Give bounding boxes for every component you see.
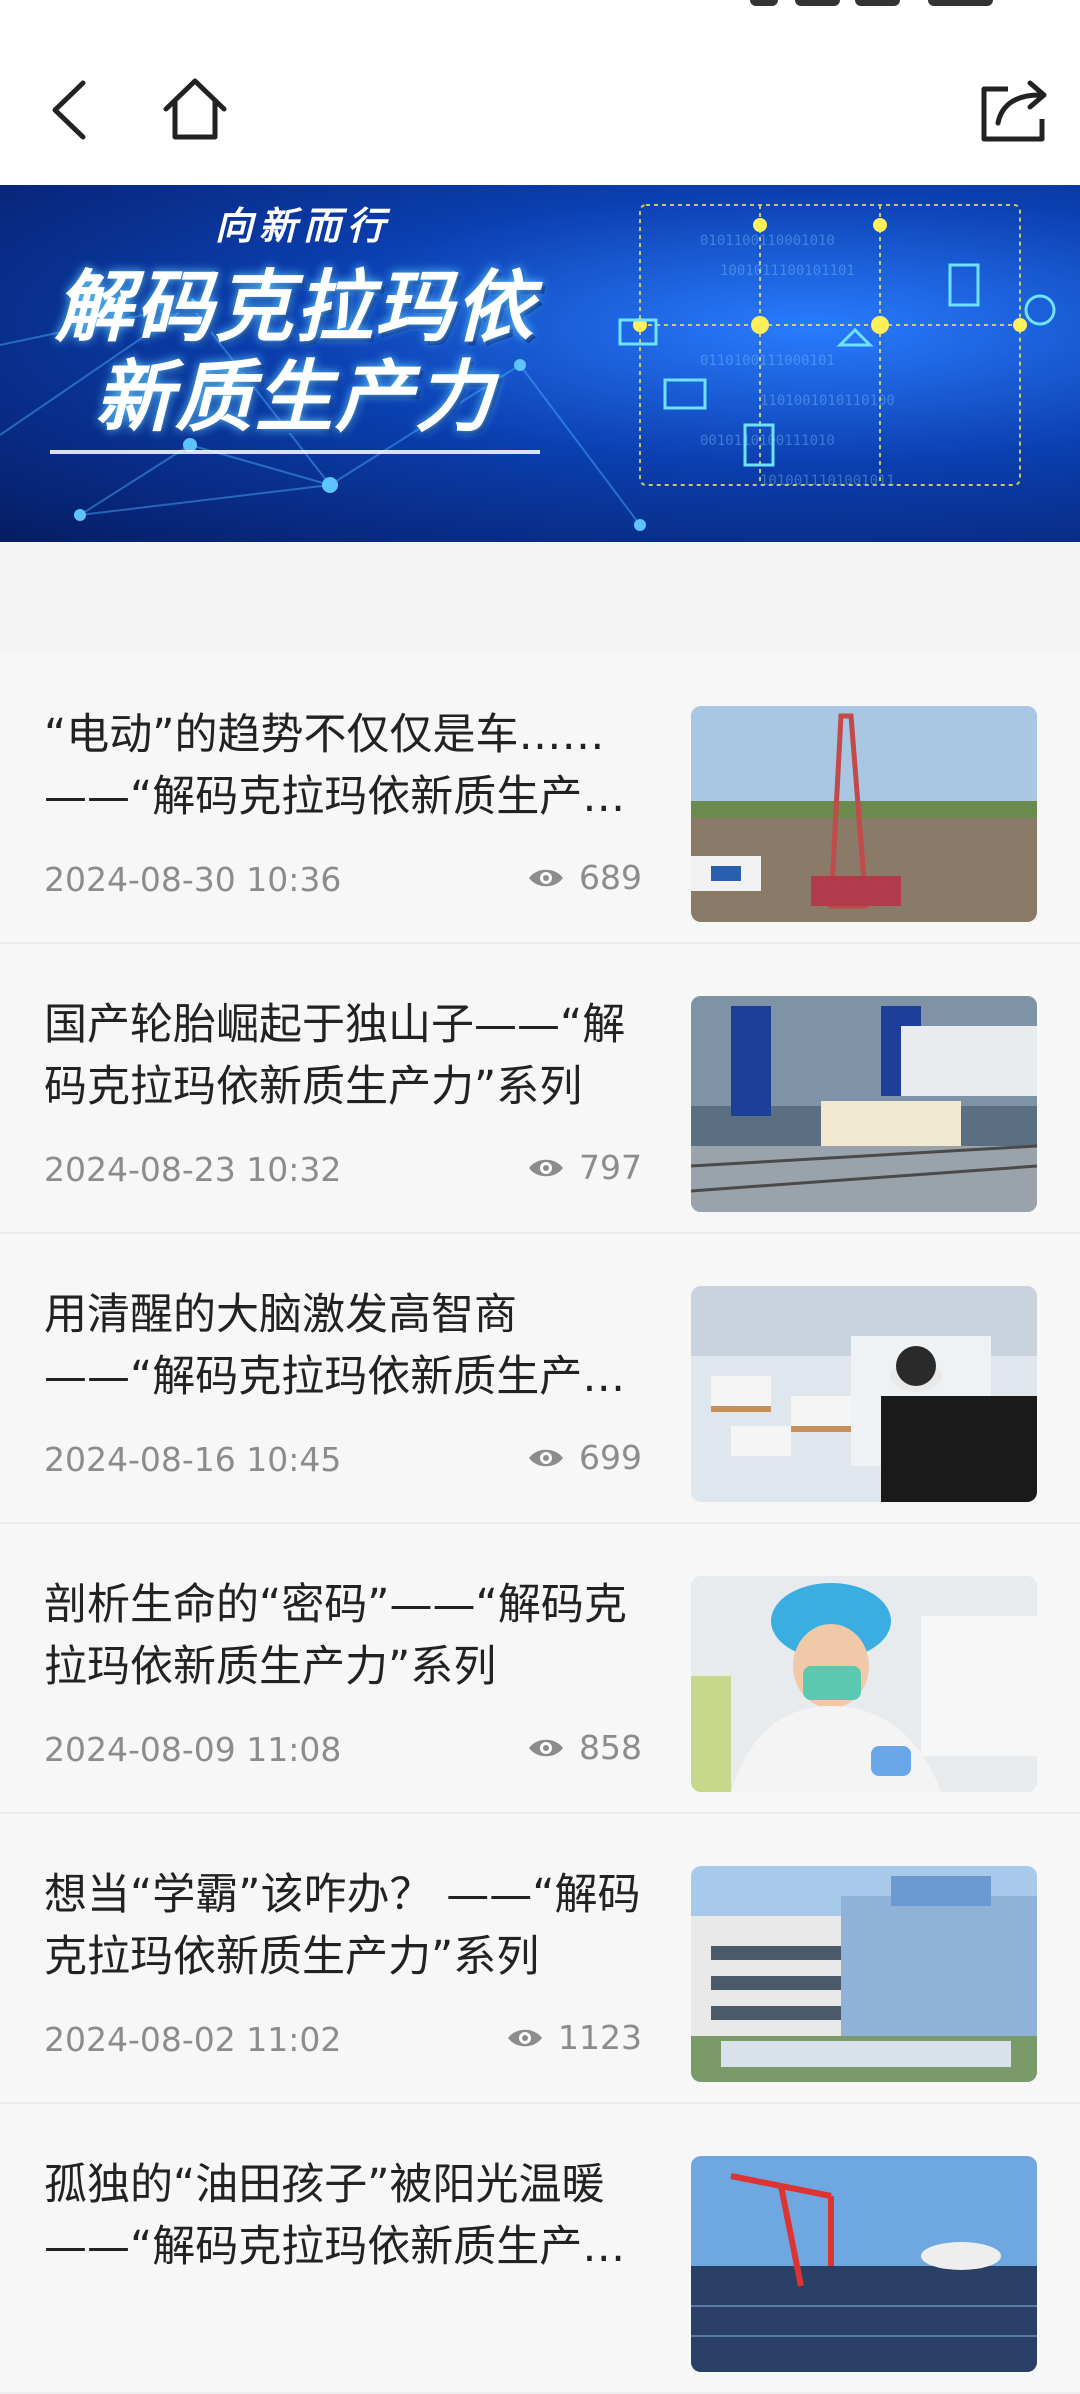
eye-icon (529, 1159, 563, 1176)
article-title: 剖析生命的“密码”——“解码克拉玛依新质生产力”系列 (44, 1580, 627, 1692)
view-count: 797 (527, 1148, 642, 1187)
article-date: 2024-08-09 11:08 (44, 1730, 342, 1769)
article-item[interactable]: 剖析生命的“密码”——“解码克拉玛依新质生产力”系列 2024-08-09 11… (0, 1522, 1080, 1814)
article-item[interactable]: 国产轮胎崛起于独山子——“解码克拉玛依新质生产力”系列 2024-08-23 1… (0, 942, 1080, 1234)
article-date: 2024-08-02 11:02 (44, 2020, 342, 2059)
eye-icon (508, 2029, 543, 2046)
article-item[interactable]: 孤独的“油田孩子”被阳光温暖——“解码克拉玛依新质生产力”系列 (0, 2102, 1080, 2394)
svg-text:1101001010110100: 1101001010110100 (760, 393, 895, 409)
article-date: 2024-08-16 10:45 (44, 1440, 342, 1479)
banner-underline (50, 450, 540, 454)
article-title: 想当“学霸”该咋办？ ——“解码克拉玛依新质生产力”系列 (44, 1870, 641, 1982)
article-thumbnail (691, 2156, 1037, 2372)
view-count: 1123 (506, 2018, 642, 2057)
view-count-value: 699 (579, 1438, 642, 1477)
share-icon (981, 80, 1046, 142)
banner-kicker: 向新而行 (215, 204, 392, 248)
article-date: 2024-08-23 10:32 (44, 1150, 342, 1189)
eye-icon (529, 869, 563, 886)
home-button[interactable] (155, 70, 235, 150)
article-title: 国产轮胎崛起于独山子——“解码克拉玛依新质生产力”系列 (44, 1000, 626, 1112)
svg-text:0101100110001010: 0101100110001010 (700, 233, 835, 249)
computing-center-photo (691, 1866, 1037, 2082)
top-nav-bar (0, 40, 1080, 185)
eye-icon (529, 1739, 563, 1756)
status-network-icon (855, 0, 900, 6)
article-thumbnail (691, 1866, 1037, 2082)
article-item[interactable]: 用清醒的大脑激发高智商——“解码克拉玛依新质生产力”系列 2024-08-16 … (0, 1232, 1080, 1524)
share-button[interactable] (975, 70, 1055, 150)
vr-classroom-photo (691, 1286, 1037, 1502)
factory-rubber-photo (691, 996, 1037, 1212)
status-signal-icon (750, 0, 778, 6)
article-item[interactable]: 想当“学霸”该咋办？ ——“解码克拉玛依新质生产力”系列 2024-08-02 … (0, 1812, 1080, 2104)
svg-text:0010110100111010: 0010110100111010 (700, 433, 835, 449)
article-date: 2024-08-30 10:36 (44, 860, 342, 899)
svg-text:1001011100101101: 1001011100101101 (720, 263, 855, 279)
home-icon (163, 78, 227, 140)
section-spacer (0, 542, 1080, 652)
svg-text:1010011101001011: 1010011101001011 (760, 473, 895, 489)
pumpjack-solar-photo (691, 2156, 1037, 2372)
view-count-value: 858 (579, 1728, 642, 1767)
svg-text:0110100111000101: 0110100111000101 (700, 353, 835, 369)
article-title: 用清醒的大脑激发高智商——“解码克拉玛依新质生产力”系列 (44, 1290, 583, 1402)
article-thumbnail (691, 706, 1037, 922)
article-thumbnail (691, 996, 1037, 1212)
status-wifi-icon (795, 0, 840, 6)
banner-title-line2: 新质生产力 (95, 353, 496, 443)
view-count-value: 797 (579, 1148, 642, 1187)
article-title: “电动”的趋势不仅仅是车……——“解码克拉玛依新质生产力”系列 (44, 710, 605, 822)
topic-banner: 0101100110001010 1001011100101101 011010… (0, 185, 1080, 542)
drilling-rig-photo (691, 706, 1037, 922)
eye-icon (529, 1449, 563, 1466)
lab-technician-photo (691, 1576, 1037, 1792)
chevron-left-icon (52, 80, 86, 140)
view-count-value: 689 (579, 858, 642, 897)
view-count: 689 (527, 858, 642, 897)
article-title: 孤独的“油田孩子”被阳光温暖——“解码克拉玛依新质生产力”系列 (44, 2160, 605, 2272)
back-button[interactable] (30, 70, 110, 150)
status-battery-icon (928, 0, 993, 6)
view-count: 858 (527, 1728, 642, 1767)
article-thumbnail (691, 1576, 1037, 1792)
article-item[interactable]: “电动”的趋势不仅仅是车……——“解码克拉玛依新质生产力”系列 2024-08-… (0, 652, 1080, 944)
view-count-value: 1123 (558, 2018, 642, 2057)
view-count: 699 (527, 1438, 642, 1477)
article-thumbnail (691, 1286, 1037, 1502)
status-bar (0, 0, 1080, 40)
